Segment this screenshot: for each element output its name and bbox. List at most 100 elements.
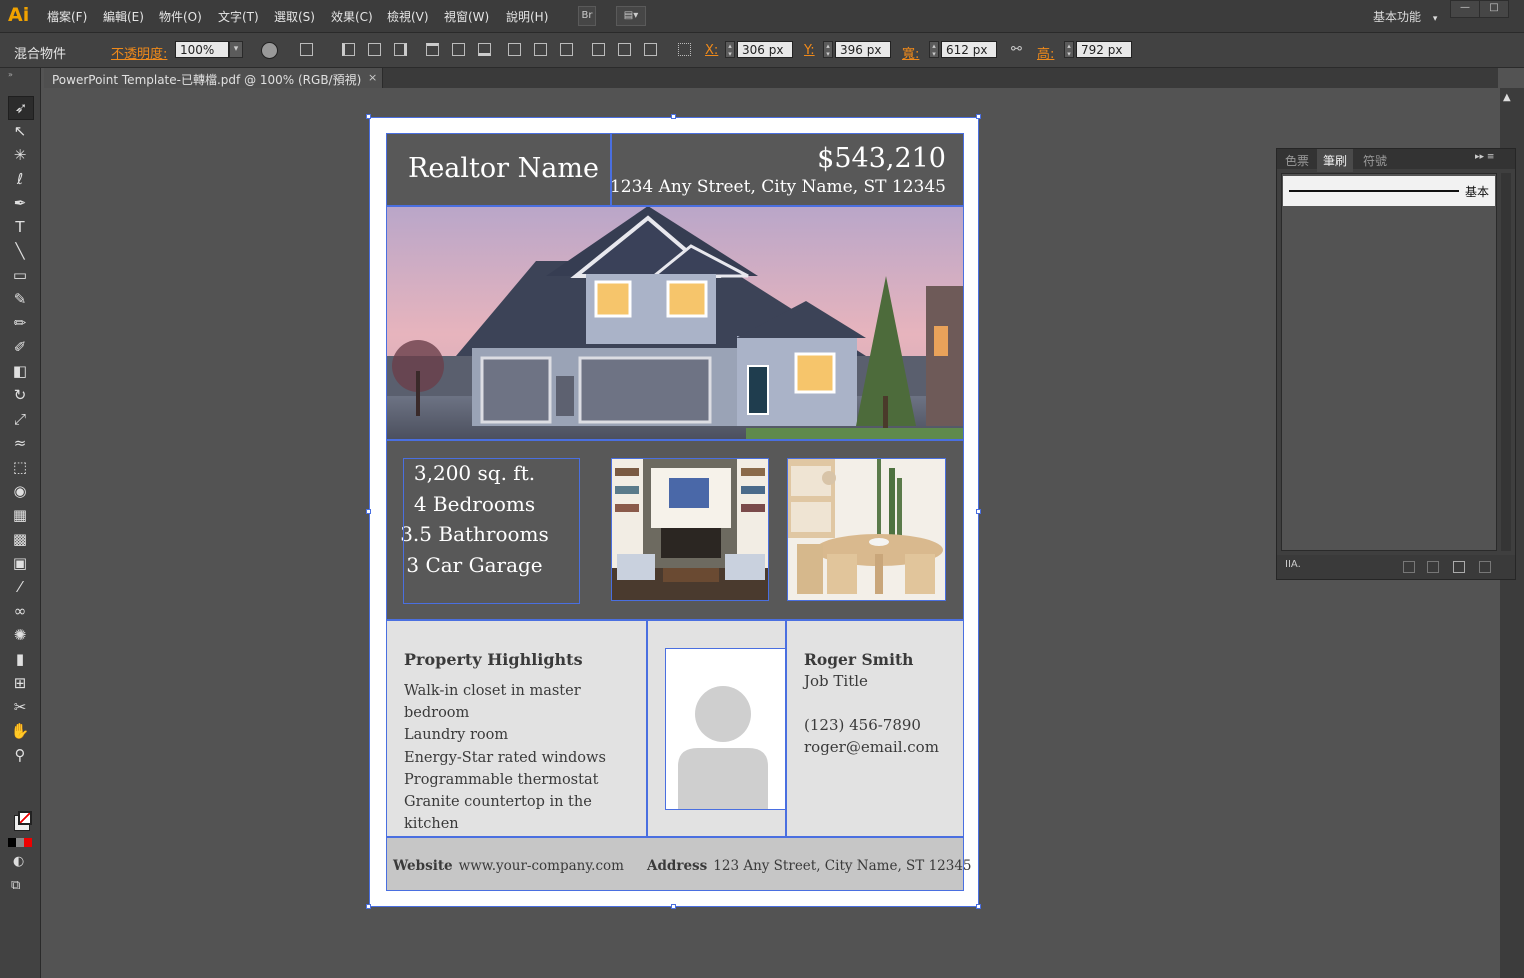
artboard-tool-icon[interactable]: ⊞ bbox=[8, 672, 32, 694]
resize-handle[interactable] bbox=[976, 114, 981, 119]
artboard[interactable]: Realtor Name $543,210 1234 Any Street, C… bbox=[366, 114, 981, 909]
blend-tool-icon[interactable]: ∞ bbox=[8, 600, 32, 622]
x-stepper[interactable]: ▴ ▾ bbox=[725, 41, 735, 58]
height-stepper[interactable]: ▴ ▾ bbox=[1064, 41, 1074, 58]
align-to-icon[interactable] bbox=[300, 43, 313, 56]
hand-tool-icon[interactable]: ✋ bbox=[8, 720, 32, 742]
resize-handle[interactable] bbox=[366, 114, 371, 119]
collapse-toolbar-icon[interactable]: » bbox=[8, 70, 13, 79]
stroke-swatch[interactable] bbox=[18, 811, 32, 825]
resize-handle[interactable] bbox=[976, 509, 981, 514]
tab-brushes[interactable]: 筆刷 bbox=[1317, 149, 1354, 172]
align-vcenter-icon[interactable] bbox=[452, 43, 465, 56]
new-brush-icon[interactable] bbox=[1453, 561, 1465, 573]
x-field[interactable]: 306 px bbox=[737, 41, 793, 58]
gradient-tool-icon[interactable]: ▣ bbox=[8, 552, 32, 574]
resize-handle[interactable] bbox=[366, 509, 371, 514]
restore-button[interactable]: □ bbox=[1479, 0, 1509, 18]
distribute-right-icon[interactable] bbox=[644, 43, 657, 56]
eraser-tool-icon[interactable]: ◧ bbox=[8, 360, 32, 382]
distribute-left-icon[interactable] bbox=[592, 43, 605, 56]
blob-brush-tool-icon[interactable]: ✐ bbox=[8, 336, 32, 358]
distribute-hcenter-icon[interactable] bbox=[618, 43, 631, 56]
y-field[interactable]: 396 px bbox=[835, 41, 891, 58]
link-proportions-icon[interactable]: ⚯ bbox=[1011, 42, 1022, 57]
rotate-tool-icon[interactable]: ↻ bbox=[8, 384, 32, 406]
tab-symbols[interactable]: 符號 bbox=[1363, 152, 1387, 169]
align-top-icon[interactable] bbox=[426, 43, 439, 56]
width-field[interactable]: 612 px bbox=[941, 41, 997, 58]
menu-window[interactable]: 視窗(W) bbox=[444, 8, 489, 25]
close-tab-icon[interactable]: × bbox=[368, 71, 377, 84]
lasso-tool-icon[interactable]: ℓ bbox=[8, 168, 32, 190]
document-tab[interactable]: PowerPoint Template-已轉檔.pdf @ 100% (RGB/… bbox=[44, 68, 383, 88]
type-tool-icon[interactable]: T bbox=[8, 216, 32, 238]
align-bottom-icon[interactable] bbox=[478, 43, 491, 56]
arrange-documents-button[interactable]: ▤▾ bbox=[616, 6, 646, 26]
resize-handle[interactable] bbox=[671, 114, 676, 119]
rectangle-tool-icon[interactable]: ▭ bbox=[8, 264, 32, 286]
mesh-tool-icon[interactable]: ▩ bbox=[8, 528, 32, 550]
menu-help[interactable]: 說明(H) bbox=[506, 8, 548, 25]
reference-point-icon[interactable] bbox=[678, 43, 691, 56]
remove-stroke-icon[interactable] bbox=[1403, 561, 1415, 573]
resize-handle[interactable] bbox=[671, 904, 676, 909]
align-hcenter-icon[interactable] bbox=[368, 43, 381, 56]
menu-edit[interactable]: 編輯(E) bbox=[103, 8, 144, 25]
zoom-tool-icon[interactable]: ⚲ bbox=[8, 744, 32, 766]
distribute-vcenter-icon[interactable] bbox=[534, 43, 547, 56]
pencil-tool-icon[interactable]: ✏ bbox=[8, 312, 32, 334]
distribute-bottom-icon[interactable] bbox=[560, 43, 573, 56]
perspective-grid-tool-icon[interactable]: ▦ bbox=[8, 504, 32, 526]
magic-wand-tool-icon[interactable]: ✳ bbox=[8, 144, 32, 166]
brush-item-basic[interactable]: 基本 bbox=[1283, 176, 1495, 206]
direct-selection-tool-icon[interactable]: ↖ bbox=[8, 120, 32, 142]
line-tool-icon[interactable]: ╲ bbox=[8, 240, 32, 262]
color-mode-buttons[interactable] bbox=[8, 838, 32, 847]
opacity-label[interactable]: 不透明度: bbox=[111, 43, 167, 62]
pen-tool-icon[interactable]: ✒ bbox=[8, 192, 32, 214]
drawing-mode-icon[interactable]: ◐ bbox=[13, 854, 24, 869]
resize-handle[interactable] bbox=[366, 904, 371, 909]
warp-tool-icon[interactable]: ≈ bbox=[8, 432, 32, 454]
column-graph-tool-icon[interactable]: ▮ bbox=[8, 648, 32, 670]
menu-file[interactable]: 檔案(F) bbox=[47, 8, 87, 25]
align-right-icon[interactable] bbox=[394, 43, 407, 56]
menu-view[interactable]: 檢視(V) bbox=[387, 8, 429, 25]
scroll-up-icon[interactable]: ▲ bbox=[1503, 92, 1511, 103]
symbol-sprayer-tool-icon[interactable]: ✺ bbox=[8, 624, 32, 646]
shape-builder-tool-icon[interactable]: ◉ bbox=[8, 480, 32, 502]
panel-menu-icon[interactable]: ▸▸ ≡ bbox=[1475, 152, 1494, 162]
align-left-icon[interactable] bbox=[342, 43, 355, 56]
free-transform-tool-icon[interactable]: ⬚ bbox=[8, 456, 32, 478]
width-stepper[interactable]: ▴ ▾ bbox=[929, 41, 939, 58]
recolor-icon[interactable] bbox=[261, 42, 278, 59]
menu-effect[interactable]: 效果(C) bbox=[331, 8, 373, 25]
menu-select[interactable]: 選取(S) bbox=[274, 8, 315, 25]
brushes-panel: 色票 筆刷 符號 ▸▸ ≡ 基本 IIA. bbox=[1276, 148, 1516, 580]
control-bar: 混合物件 不透明度: 100% ▾ X: ▴ ▾ 306 px Y: ▴ ▾ 396… bbox=[0, 33, 1524, 68]
y-stepper[interactable]: ▴ ▾ bbox=[823, 41, 833, 58]
minimize-button[interactable]: — bbox=[1450, 0, 1480, 18]
height-field[interactable]: 792 px bbox=[1076, 41, 1132, 58]
panel-scrollbar[interactable] bbox=[1501, 173, 1511, 551]
slice-tool-icon[interactable]: ✂ bbox=[8, 696, 32, 718]
paintbrush-tool-icon[interactable]: ✎ bbox=[8, 288, 32, 310]
eyedropper-tool-icon[interactable]: ⁄ bbox=[8, 576, 32, 598]
app-logo: Ai bbox=[8, 4, 30, 26]
brush-library-icon[interactable]: IIA. bbox=[1285, 559, 1301, 570]
opacity-field[interactable]: 100% bbox=[175, 41, 229, 58]
brush-options-icon[interactable] bbox=[1427, 561, 1439, 573]
scale-tool-icon[interactable]: ⤢ bbox=[8, 408, 32, 430]
menu-object[interactable]: 物件(O) bbox=[159, 8, 202, 25]
screen-mode-icon[interactable]: ⧉ bbox=[11, 878, 20, 893]
menu-type[interactable]: 文字(T) bbox=[218, 8, 259, 25]
delete-brush-icon[interactable] bbox=[1479, 561, 1491, 573]
resize-handle[interactable] bbox=[976, 904, 981, 909]
opacity-dropdown-button[interactable]: ▾ bbox=[229, 41, 243, 58]
bridge-button[interactable]: Br bbox=[578, 6, 596, 26]
tab-swatches[interactable]: 色票 bbox=[1285, 152, 1309, 169]
distribute-top-icon[interactable] bbox=[508, 43, 521, 56]
workspace-switcher[interactable]: 基本功能 ▾ bbox=[1373, 8, 1437, 25]
selection-tool-icon[interactable]: ➶ bbox=[8, 96, 34, 120]
